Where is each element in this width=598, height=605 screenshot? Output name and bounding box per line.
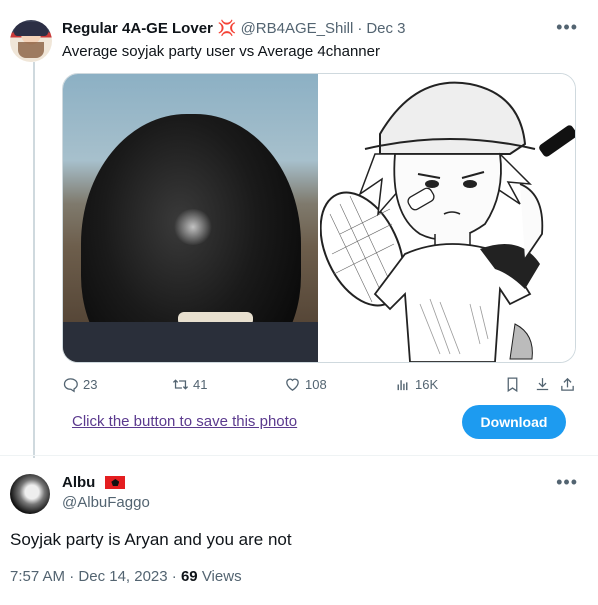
tweet-media[interactable]: [62, 73, 576, 363]
like-count: 108: [305, 377, 327, 392]
author-avatar[interactable]: [10, 20, 52, 62]
reply-text: Soyjak party is Aryan and you are not: [10, 530, 292, 549]
reply-author-avatar[interactable]: [10, 474, 50, 514]
reply-date[interactable]: Dec 14, 2023: [78, 568, 167, 585]
photo-left[interactable]: [63, 74, 318, 362]
thread-line: [33, 62, 35, 458]
bookmark-action[interactable]: [504, 376, 521, 393]
views-count: 16K: [415, 377, 439, 392]
author-handle[interactable]: @RB4AGE_Shill: [241, 20, 354, 37]
tweet-header: Regular 4A-GE Lover 💢 @RB4AGE_Shill · De…: [62, 20, 406, 37]
retweet-action[interactable]: 41: [172, 376, 207, 393]
reply-author: Albu: [62, 474, 126, 491]
tweet-date[interactable]: Dec 3: [366, 20, 405, 37]
tweet-text: Average soyjak party user vs Average 4ch…: [62, 43, 380, 60]
divider: [0, 455, 598, 456]
reply-more-options-icon[interactable]: •••: [556, 473, 578, 491]
views-action[interactable]: 16K: [394, 376, 438, 393]
author-name[interactable]: Regular 4A-GE Lover: [62, 20, 213, 37]
more-options-icon[interactable]: •••: [556, 18, 578, 36]
reply-meta: 7:57 AM · Dec 14, 2023 · 69 Views: [10, 568, 242, 585]
download-button[interactable]: Download: [462, 405, 566, 439]
reply-action[interactable]: 23: [62, 376, 97, 393]
reply-time[interactable]: 7:57 AM: [10, 568, 65, 585]
header-separator: ·: [357, 20, 363, 37]
albania-flag-icon: [105, 476, 126, 489]
meta-separator-2: ·: [171, 568, 177, 585]
share-action[interactable]: [559, 376, 576, 393]
like-action[interactable]: 108: [284, 376, 327, 393]
download-action[interactable]: [534, 376, 551, 393]
meta-separator: ·: [69, 568, 75, 585]
reply-count: 23: [83, 377, 98, 392]
retweet-count: 41: [193, 377, 208, 392]
retweet-icon: [172, 379, 189, 390]
reply-views-count: 69: [180, 568, 198, 585]
download-icon: [536, 378, 549, 391]
reply-author-handle[interactable]: @AlbuFaggo: [62, 494, 150, 511]
reply-icon: [63, 378, 78, 393]
share-icon: [561, 377, 574, 391]
reply-views-label: Views: [201, 568, 242, 585]
tweet-actions: 23 41 108 16K: [62, 376, 580, 394]
photo-right-manga[interactable]: [320, 74, 575, 362]
anger-emoji-icon: 💢: [217, 20, 237, 37]
analytics-icon: [397, 380, 408, 391]
bookmark-icon: [507, 377, 518, 393]
save-photo-link[interactable]: Click the button to save this photo: [72, 413, 297, 430]
heart-icon: [286, 378, 299, 391]
reply-author-name[interactable]: Albu: [62, 474, 95, 491]
